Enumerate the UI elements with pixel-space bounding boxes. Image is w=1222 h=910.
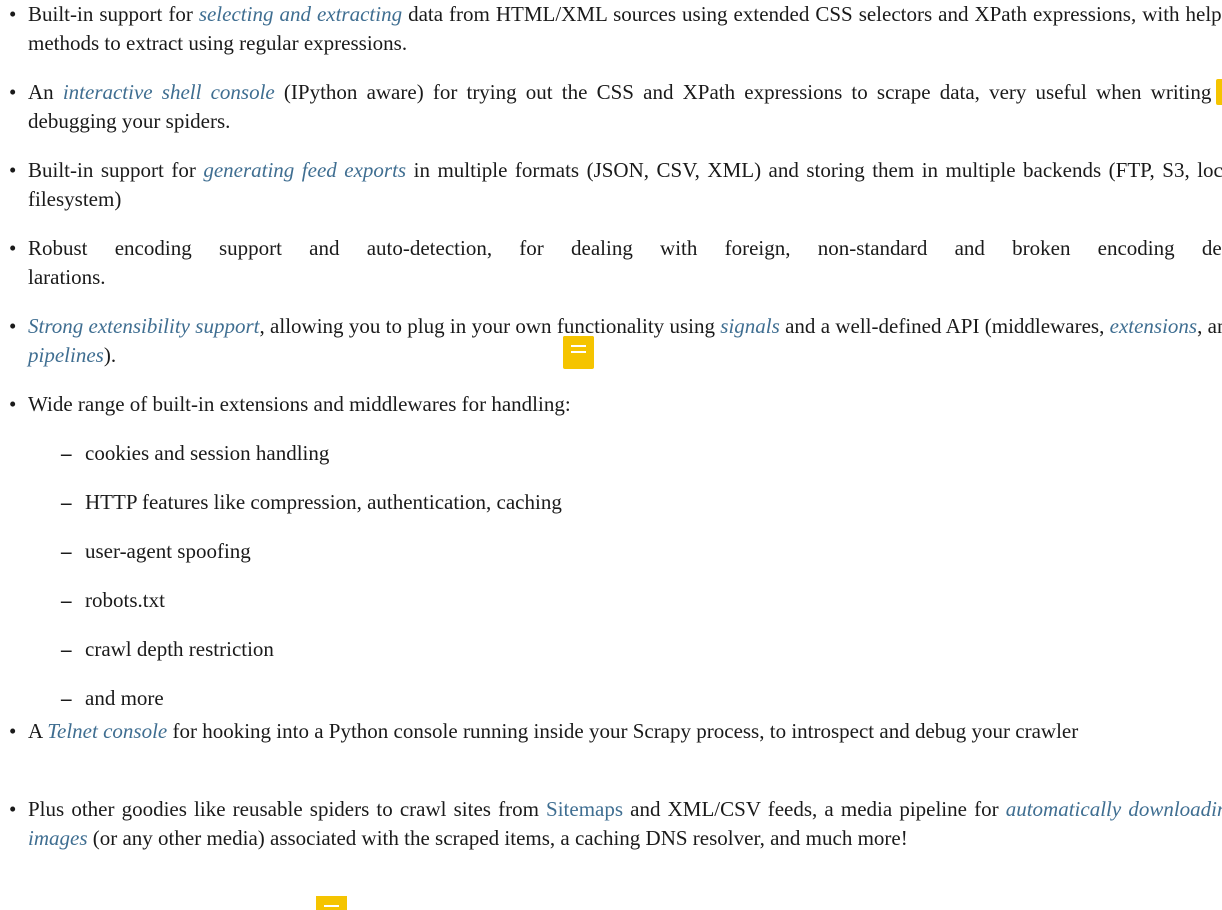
item-text: ).	[103, 343, 117, 367]
link-pipelines[interactable]: pipelines	[28, 343, 104, 367]
comment-note-icon[interactable]	[1216, 79, 1222, 105]
list-item-extensibility: • Strong extensibility support, allowing …	[0, 312, 1222, 370]
item-text: Wide range of built-in extensions and mi…	[28, 392, 571, 416]
item-text: Plus other goodies like reusable spiders…	[28, 797, 547, 821]
item-text: An	[28, 80, 63, 104]
list-item-goodies: • Plus other goodies like reusable spider…	[0, 795, 1222, 853]
item-text: and XML/CSV feeds, a media pipeline for	[623, 797, 1006, 821]
bullet: •	[9, 797, 17, 821]
sub-list: – cookies and session handling – HTTP feat…	[0, 439, 1222, 713]
dash: –	[61, 441, 72, 465]
sub-item-text: robots.txt	[85, 588, 165, 612]
link-selecting-and-extracting[interactable]: selecting and extracting	[199, 2, 402, 26]
dash: –	[61, 588, 72, 612]
item-text: Built-in support for	[28, 158, 204, 182]
link-extensions[interactable]: extensions	[1110, 314, 1197, 338]
bullet: •	[9, 236, 17, 260]
item-text: Robust encoding support and auto-detecti…	[28, 236, 1222, 260]
sub-list-item: – crawl depth restriction	[0, 635, 1222, 664]
list-item-selectors: • Built-in support for selecting and extr…	[0, 0, 1222, 58]
link-sitemaps[interactable]: Sitemaps	[546, 797, 623, 821]
list-item-telnet: • A Telnet console for hooking into a Pyt…	[0, 717, 1222, 746]
item-text: larations.	[28, 265, 106, 289]
bullet: •	[9, 314, 17, 338]
list-item-shell: • An interactive shell console (IPython a…	[0, 78, 1222, 136]
bullet: •	[9, 80, 17, 104]
item-text: Built-in support for	[28, 2, 199, 26]
link-generating-feed-exports[interactable]: generating feed exports	[203, 158, 406, 182]
link-signals[interactable]: signals	[720, 314, 780, 338]
sub-list-item: – HTTP features like compression, authent…	[0, 488, 1222, 517]
sub-item-text: crawl depth restriction	[85, 637, 274, 661]
dash: –	[61, 686, 72, 710]
list-item-builtins: • Wide range of built-in extensions and m…	[0, 390, 1222, 713]
sub-item-text: user-agent spoofing	[85, 539, 251, 563]
dash: –	[61, 637, 72, 661]
item-text: , allowing you to plug in your own funct…	[259, 314, 721, 338]
list-item-encoding: • Robust encoding support and auto-detect…	[0, 234, 1222, 292]
dash: –	[61, 490, 72, 514]
document-page: • Built-in support for selecting and extr…	[0, 0, 1222, 910]
item-text: and a well-defined API (middlewares,	[779, 314, 1110, 338]
sub-list-item: – user-agent spoofing	[0, 537, 1222, 566]
dash: –	[61, 539, 72, 563]
sub-item-text: cookies and session handling	[85, 441, 330, 465]
sub-list-item: – and more	[0, 684, 1222, 713]
bullet: •	[9, 719, 17, 743]
list-item-feeds: • Built-in support for generating feed ex…	[0, 156, 1222, 214]
sub-item-text: HTTP features like compression, authenti…	[85, 490, 562, 514]
sub-list-item: – cookies and session handling	[0, 439, 1222, 468]
item-text: A	[28, 719, 48, 743]
link-telnet-console[interactable]: Telnet console	[47, 719, 167, 743]
sub-item-text: and more	[85, 686, 164, 710]
item-text: (or any other media) associated with the…	[87, 826, 908, 850]
item-text: , and	[1197, 314, 1222, 338]
link-interactive-shell-console[interactable]: interactive shell console	[63, 80, 275, 104]
item-text: for hooking into a Python console runnin…	[167, 719, 1079, 743]
comment-note-icon[interactable]	[316, 896, 347, 910]
comment-note-glyph	[316, 896, 347, 910]
link-strong-extensibility-support[interactable]: Strong extensibility support	[28, 314, 259, 338]
sub-list-item: – robots.txt	[0, 586, 1222, 615]
comment-note-icon[interactable]	[563, 336, 594, 369]
bullet: •	[9, 158, 17, 182]
bullet: •	[9, 2, 17, 26]
bullet: •	[9, 392, 17, 416]
comment-note-glyph	[563, 336, 594, 369]
